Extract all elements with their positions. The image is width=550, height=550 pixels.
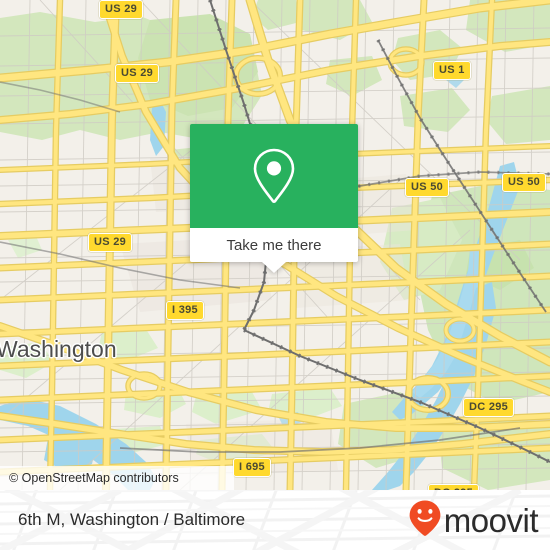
- road-shield-i695[interactable]: I 695: [233, 458, 271, 477]
- location-title: 6th M, Washington / Baltimore: [18, 510, 246, 529]
- moovit-wordmark: moovit: [443, 501, 539, 539]
- popup-pin-panel: [190, 124, 358, 228]
- map-canvas[interactable]: Washington US 29 US 1 US 29 US 50 US 50 …: [0, 0, 550, 490]
- road-shield-us29-top[interactable]: US 29: [99, 0, 144, 19]
- footer-bar: 6th M, Washington / Baltimore moovit: [0, 490, 550, 550]
- road-shield-us50-right[interactable]: US 50: [502, 173, 547, 192]
- road-shield-us50-left[interactable]: US 50: [405, 178, 450, 197]
- take-me-there-button[interactable]: Take me there: [190, 228, 358, 262]
- moovit-brand-logo: moovit: [408, 499, 539, 542]
- place-label-washington: Washington: [0, 336, 117, 362]
- road-shield-i395[interactable]: I 395: [166, 301, 204, 320]
- road-shield-us29-upper[interactable]: US 29: [115, 64, 160, 83]
- road-shield-us29-lower[interactable]: US 29: [88, 233, 133, 252]
- road-shield-dc295-upper[interactable]: DC 295: [463, 398, 515, 417]
- take-me-there-label: Take me there: [226, 236, 322, 254]
- location-popup-card[interactable]: Take me there: [190, 124, 358, 273]
- popup-tail-pointer: [262, 262, 286, 273]
- map-pin-icon: [250, 147, 298, 205]
- moovit-map-screen: Washington US 29 US 1 US 29 US 50 US 50 …: [0, 0, 550, 550]
- map-attribution[interactable]: © OpenStreetMap contributors: [0, 466, 234, 490]
- moovit-smiley-pin-icon: [408, 499, 442, 542]
- map-attribution-text: © OpenStreetMap contributors: [9, 471, 179, 485]
- road-shield-us1[interactable]: US 1: [433, 61, 471, 80]
